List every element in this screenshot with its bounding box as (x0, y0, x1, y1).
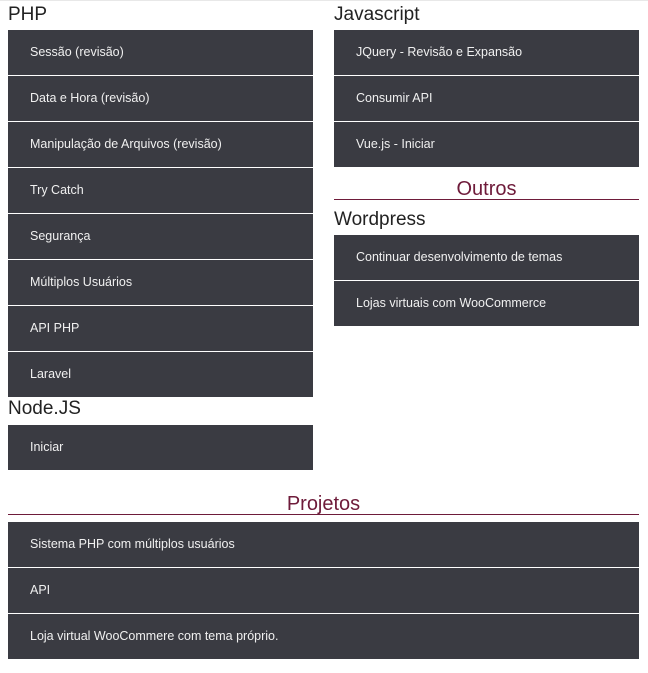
php-item-laravel[interactable]: Laravel (8, 352, 313, 397)
php-item-multiplos-usuarios[interactable]: Múltiplos Usuários (8, 260, 313, 305)
outros-section-title: Outros (334, 172, 639, 200)
projetos-item-api[interactable]: API (8, 568, 639, 613)
projetos-section: Projetos Sistema PHP com múltiplos usuár… (8, 487, 639, 660)
javascript-item-vuejs[interactable]: Vue.js - Iniciar (334, 122, 639, 167)
nodejs-heading: Node.JS (8, 398, 81, 419)
wordpress-heading: Wordpress (334, 209, 426, 230)
nodejs-list: Iniciar (8, 425, 313, 470)
php-item-try-catch[interactable]: Try Catch (8, 168, 313, 213)
javascript-item-jquery[interactable]: JQuery - Revisão e Expansão (334, 30, 639, 75)
javascript-item-consumir-api[interactable]: Consumir API (334, 76, 639, 121)
php-heading: PHP (8, 4, 48, 25)
wordpress-item-temas[interactable]: Continuar desenvolvimento de temas (334, 235, 639, 280)
php-list: Sessão (revisão) Data e Hora (revisão) M… (8, 30, 313, 397)
projetos-section-title: Projetos (8, 487, 639, 515)
php-item-data-hora[interactable]: Data e Hora (revisão) (8, 76, 313, 121)
nodejs-item-iniciar[interactable]: Iniciar (8, 425, 313, 470)
projetos-item-sistema-php[interactable]: Sistema PHP com múltiplos usuários (8, 522, 639, 567)
wordpress-item-woocommerce[interactable]: Lojas virtuais com WooCommerce (334, 281, 639, 326)
javascript-heading: Javascript (334, 4, 420, 25)
javascript-list: JQuery - Revisão e Expansão Consumir API… (334, 30, 639, 167)
page: PHP Sessão (revisão) Data e Hora (revisã… (0, 0, 648, 673)
php-item-manipulacao-arquivos[interactable]: Manipulação de Arquivos (revisão) (8, 122, 313, 167)
php-item-api-php[interactable]: API PHP (8, 306, 313, 351)
projetos-list: Sistema PHP com múltiplos usuários API L… (8, 522, 639, 659)
projetos-item-loja-virtual[interactable]: Loja virtual WooCommere com tema próprio… (8, 614, 639, 659)
right-column: Javascript JQuery - Revisão e Expansão C… (334, 1, 639, 327)
wordpress-list: Continuar desenvolvimento de temas Lojas… (334, 235, 639, 326)
php-item-seguranca[interactable]: Segurança (8, 214, 313, 259)
php-item-sessao[interactable]: Sessão (revisão) (8, 30, 313, 75)
left-column: PHP Sessão (revisão) Data e Hora (revisã… (8, 1, 313, 471)
